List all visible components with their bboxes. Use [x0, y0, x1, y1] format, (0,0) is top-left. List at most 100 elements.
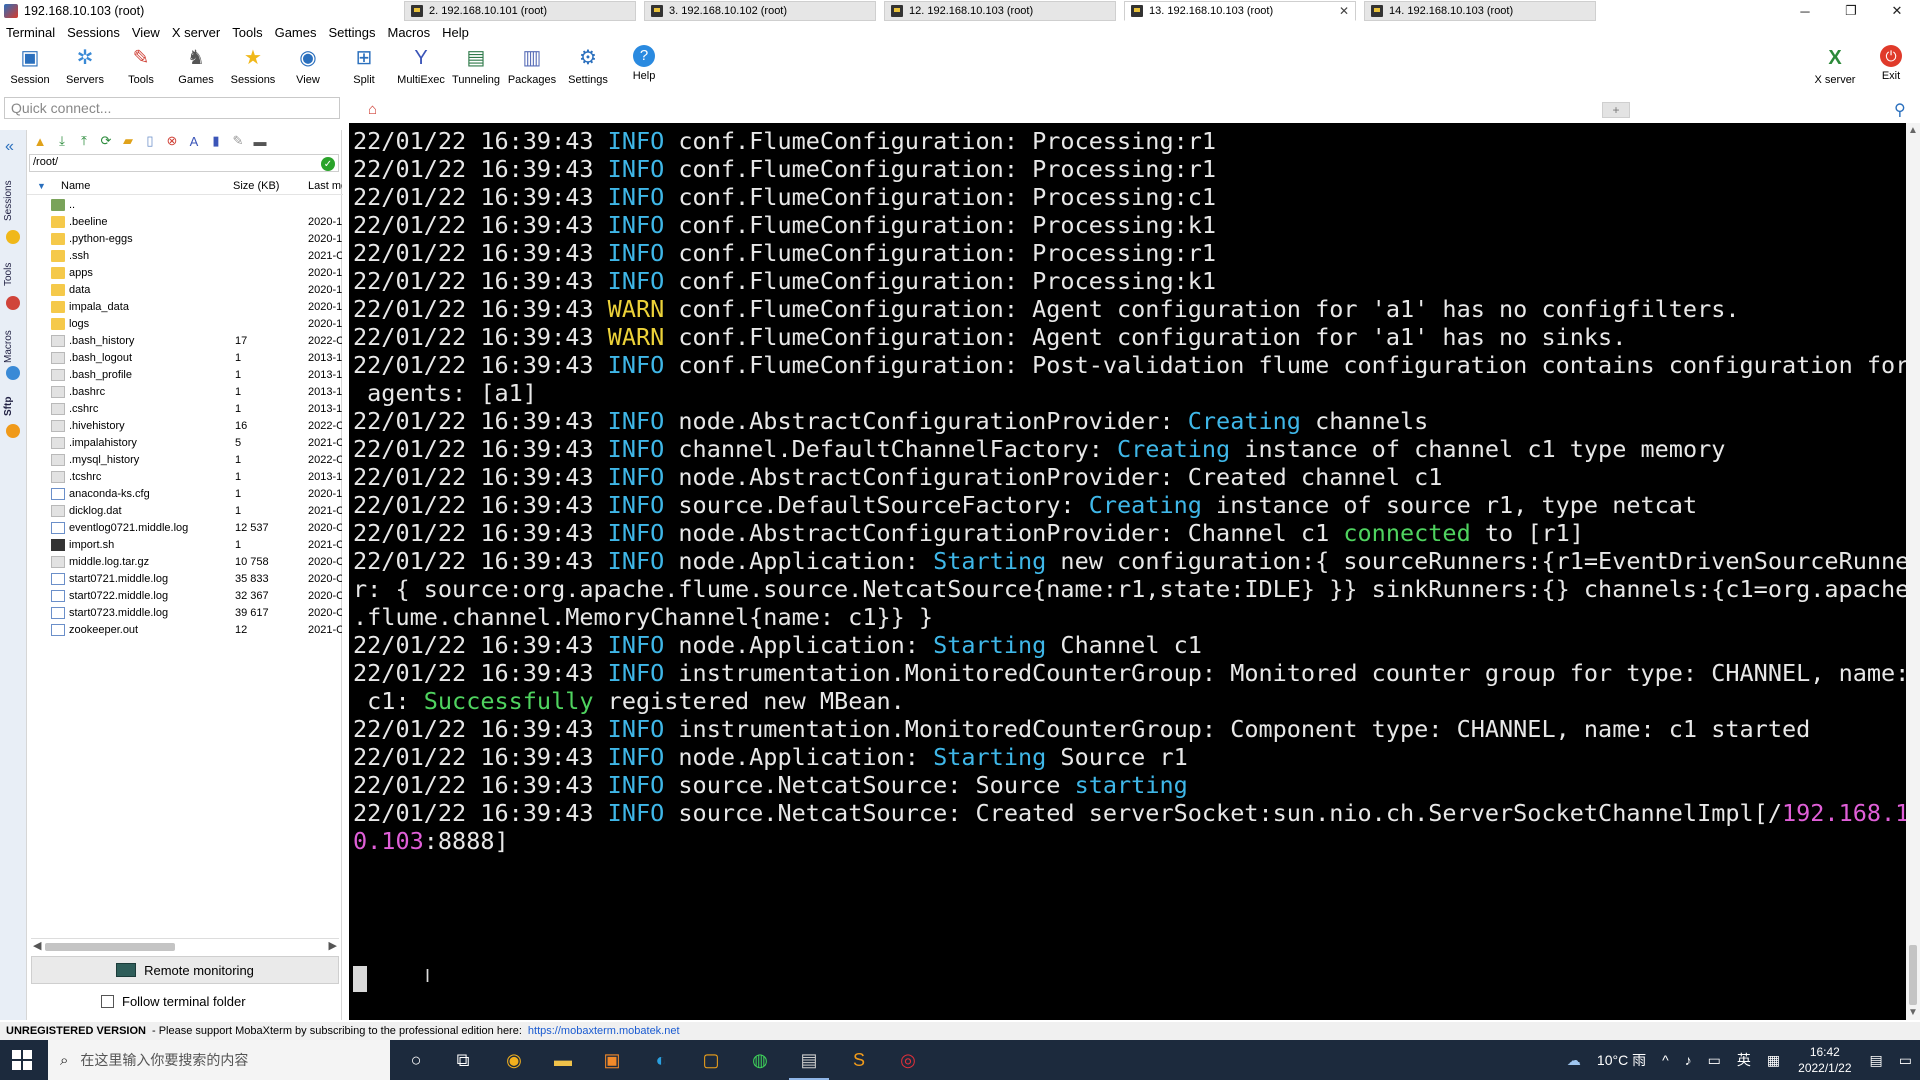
- file-row[interactable]: .hivehistory 16 2022-C: [27, 418, 343, 435]
- notification-icon[interactable]: ▭: [1899, 1052, 1912, 1069]
- file-row[interactable]: start0722.middle.log 32 367 2020-C: [27, 588, 343, 605]
- upload-icon[interactable]: ⤒: [75, 132, 93, 150]
- minimize-button[interactable]: ─: [1782, 0, 1828, 22]
- maximize-button[interactable]: ❐: [1828, 0, 1874, 22]
- new-folder-icon[interactable]: ▰: [119, 132, 137, 150]
- tab-session-3[interactable]: 3. 192.168.10.102 (root): [644, 1, 876, 21]
- netease-music-icon[interactable]: ◎: [894, 1046, 922, 1074]
- file-row[interactable]: .bash_logout 1 2013-1: [27, 350, 343, 367]
- side-tab-sessions[interactable]: Sessions: [3, 176, 23, 226]
- x-server-button[interactable]: X X server: [1805, 43, 1865, 93]
- download-icon[interactable]: ⤓: [53, 132, 71, 150]
- tab-session-2[interactable]: 2. 192.168.10.101 (root): [404, 1, 636, 21]
- menu-settings[interactable]: Settings: [323, 25, 382, 40]
- network-icon[interactable]: ▭: [1708, 1052, 1721, 1069]
- column-name[interactable]: Name: [61, 180, 90, 192]
- windows-start-icon[interactable]: [12, 1050, 32, 1070]
- edge-icon[interactable]: ◐: [647, 1046, 675, 1074]
- help-button[interactable]: ? Help: [614, 43, 674, 93]
- volume-icon[interactable]: ♪: [1685, 1052, 1692, 1068]
- sublime-icon[interactable]: S: [845, 1046, 873, 1074]
- menu-games[interactable]: Games: [269, 25, 323, 40]
- edit-icon[interactable]: ✎: [229, 132, 247, 150]
- scroll-thumb[interactable]: [1909, 945, 1917, 1005]
- file-row[interactable]: .cshrc 1 2013-1: [27, 401, 343, 418]
- app-yellow-icon[interactable]: ▢: [697, 1046, 725, 1074]
- games-button[interactable]: ♞ Games: [166, 43, 226, 93]
- keyboard-icon[interactable]: ▦: [1767, 1052, 1780, 1069]
- file-row[interactable]: eventlog0721.middle.log 12 537 2020-C: [27, 520, 343, 537]
- path-ok-icon[interactable]: ✓: [321, 157, 335, 171]
- file-row[interactable]: zookeeper.out 12 2021-C: [27, 622, 343, 639]
- file-row[interactable]: logs 2020-1: [27, 316, 343, 333]
- scroll-left-icon[interactable]: ◀: [33, 939, 41, 952]
- cortana-icon[interactable]: ○: [402, 1046, 430, 1074]
- file-row[interactable]: anaconda-ks.cfg 1 2020-1: [27, 486, 343, 503]
- menu-x-server[interactable]: X server: [166, 25, 226, 40]
- file-explorer-icon[interactable]: ▬: [549, 1046, 577, 1074]
- chrome-icon[interactable]: ◉: [500, 1046, 528, 1074]
- taskbar-search[interactable]: ⌕ 在这里输入你要搜索的内容: [48, 1040, 390, 1080]
- horizontal-scrollbar[interactable]: ◀ ▶: [31, 938, 339, 954]
- mobatek-link[interactable]: https://mobaxterm.mobatek.net: [528, 1025, 680, 1037]
- column-modified[interactable]: Last mo: [308, 180, 342, 192]
- split-button[interactable]: ⊞ Split: [334, 43, 394, 93]
- file-row[interactable]: .impalahistory 5 2021-C: [27, 435, 343, 452]
- notes-icon[interactable]: ▤: [1870, 1052, 1883, 1069]
- file-row[interactable]: .bashrc 1 2013-1: [27, 384, 343, 401]
- file-row[interactable]: .bash_profile 1 2013-1: [27, 367, 343, 384]
- file-row[interactable]: impala_data 2020-1: [27, 299, 343, 316]
- side-tab-macros[interactable]: Macros: [3, 324, 23, 370]
- menu-help[interactable]: Help: [436, 25, 475, 40]
- side-tab-sftp[interactable]: Sftp: [3, 392, 23, 420]
- file-row[interactable]: data 2020-1: [27, 282, 343, 299]
- exit-button[interactable]: ⏻ Exit: [1861, 43, 1920, 93]
- new-tab-button[interactable]: +: [1602, 102, 1630, 118]
- tunneling-button[interactable]: ▤ Tunneling: [446, 43, 506, 93]
- menu-tools[interactable]: Tools: [226, 25, 268, 40]
- home-icon[interactable]: ⌂: [368, 101, 377, 118]
- multiexec-button[interactable]: Y MultiExec: [391, 43, 451, 93]
- collapse-sidebar-icon[interactable]: «: [5, 138, 14, 156]
- scroll-down-icon[interactable]: ▼: [1908, 1007, 1918, 1018]
- menu-view[interactable]: View: [126, 25, 166, 40]
- file-row[interactable]: .bash_history 17 2022-C: [27, 333, 343, 350]
- follow-terminal-folder[interactable]: Follow terminal folder: [101, 994, 246, 1009]
- terminal-icon[interactable]: ▬: [251, 132, 269, 150]
- scroll-right-icon[interactable]: ▶: [329, 939, 337, 952]
- view-button[interactable]: ◉ View: [278, 43, 338, 93]
- side-tab-tools[interactable]: Tools: [3, 256, 23, 292]
- app-orange-icon[interactable]: ▣: [598, 1046, 626, 1074]
- menu-sessions[interactable]: Sessions: [61, 25, 126, 40]
- file-row[interactable]: ..: [27, 197, 343, 214]
- column-size[interactable]: Size (KB): [233, 180, 279, 192]
- scroll-thumb[interactable]: [45, 943, 175, 951]
- quick-connect-input[interactable]: Quick connect...: [4, 97, 340, 119]
- weather-text[interactable]: 10°C 雨: [1597, 1050, 1646, 1070]
- parent-folder-icon[interactable]: ▲: [31, 132, 49, 150]
- close-tab-icon[interactable]: ✕: [1339, 4, 1349, 18]
- tab-session-13[interactable]: 13. 192.168.10.103 (root) ✕: [1124, 1, 1356, 21]
- terminal-output[interactable]: 22/01/22 16:39:43 INFO conf.FlumeConfigu…: [349, 123, 1906, 1020]
- refresh-icon[interactable]: ⟳: [97, 132, 115, 150]
- paperclip-icon[interactable]: ⚲: [1894, 100, 1906, 120]
- file-row[interactable]: .tcshrc 1 2013-1: [27, 469, 343, 486]
- rename-icon[interactable]: A: [185, 132, 203, 150]
- packages-button[interactable]: ▥ Packages: [502, 43, 562, 93]
- file-row[interactable]: .ssh 2021-C: [27, 248, 343, 265]
- scroll-up-icon[interactable]: ▲: [1908, 125, 1918, 136]
- file-row[interactable]: .beeline 2020-1: [27, 214, 343, 231]
- ime-language[interactable]: 英: [1737, 1050, 1751, 1070]
- mobaxterm-taskbar-icon[interactable]: ▤: [789, 1046, 829, 1080]
- file-row[interactable]: .python-eggs 2020-1: [27, 231, 343, 248]
- terminal-scrollbar[interactable]: ▲ ▼: [1906, 123, 1920, 1020]
- file-row[interactable]: import.sh 1 2021-C: [27, 537, 343, 554]
- tray-expand-icon[interactable]: ^: [1662, 1052, 1669, 1068]
- tab-session-14[interactable]: 14. 192.168.10.103 (root): [1364, 1, 1596, 21]
- file-row[interactable]: dicklog.dat 1 2021-C: [27, 503, 343, 520]
- path-input[interactable]: /root/: [29, 154, 339, 172]
- session-button[interactable]: ▣ Session: [0, 43, 60, 93]
- menu-macros[interactable]: Macros: [381, 25, 436, 40]
- new-file-icon[interactable]: ▯: [141, 132, 159, 150]
- tools-button[interactable]: ✎ Tools: [111, 43, 171, 93]
